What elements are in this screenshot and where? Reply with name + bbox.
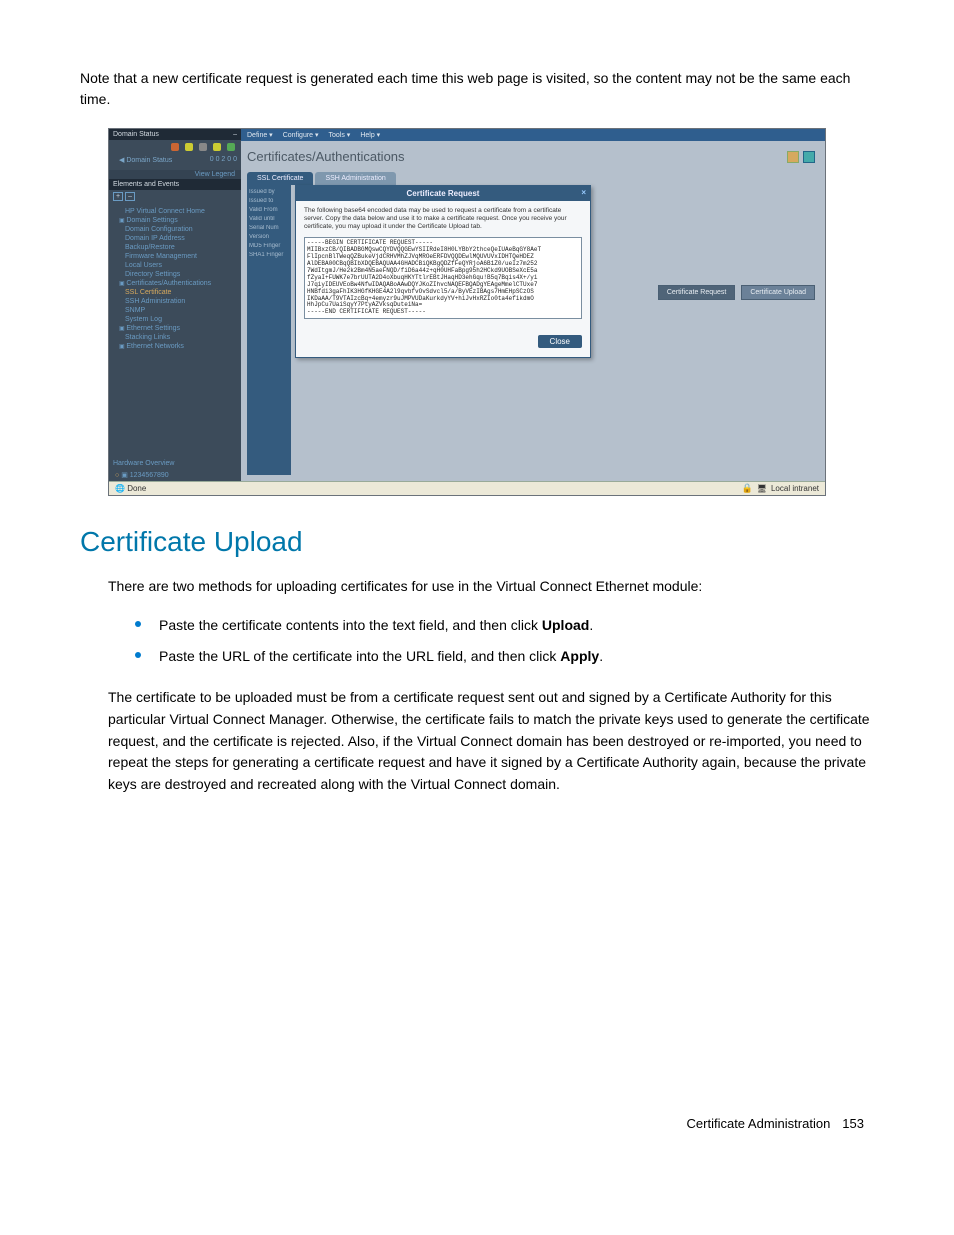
tab-row: SSL CertificateSSH Administration (241, 172, 825, 185)
main-area: Define ▾ Configure ▾ Tools ▾ Help ▾ Certifi… (241, 129, 825, 481)
nav-item[interactable]: Local Users (115, 261, 241, 270)
menubar[interactable]: Define ▾ Configure ▾ Tools ▾ Help ▾ (241, 129, 825, 141)
info-label: Version (249, 234, 289, 240)
page-footer: Certificate Administration 153 (80, 1116, 874, 1131)
lock-icon: 🔒 (742, 483, 753, 494)
nav-item[interactable]: SSH Administration (115, 297, 241, 306)
certificate-request-button[interactable]: Certificate Request (658, 285, 736, 300)
info-label: Issued to (249, 198, 289, 204)
nav-item[interactable]: Domain Settings (115, 216, 241, 225)
nav-tree: HP Virtual Connect HomeDomain SettingsDo… (109, 203, 241, 355)
hardware-overview-link[interactable]: Hardware Overview (109, 458, 241, 469)
screenshot: Domain Status – ◀ Domain Status 0 0 2 0 … (108, 128, 826, 496)
nav-item[interactable]: System Log (115, 315, 241, 324)
sidebar: Domain Status – ◀ Domain Status 0 0 2 0 … (109, 129, 241, 481)
section-heading: Certificate Upload (80, 526, 874, 558)
info-label: Valid From (249, 207, 289, 213)
status-dots (109, 140, 241, 154)
nav-item[interactable]: Stacking Links (115, 333, 241, 342)
footer-section: Certificate Administration (687, 1116, 831, 1131)
nav-item[interactable]: Certificates/Authentications (115, 279, 241, 288)
tree-toggle-icons[interactable]: +– (109, 190, 241, 203)
nav-item[interactable]: Backup/Restore (115, 243, 241, 252)
menu-item[interactable]: Configure ▾ (283, 131, 319, 139)
browser-statusbar: 🌐 Done 🔒 🖥 Local intranet (109, 481, 825, 495)
menu-item[interactable]: Tools ▾ (329, 131, 351, 139)
bullet-list: Paste the certificate contents into the … (135, 614, 874, 670)
close-icon[interactable]: × (581, 188, 586, 197)
nav-item[interactable]: HP Virtual Connect Home (115, 207, 241, 216)
page-title: Certificates/Authentications (247, 149, 405, 164)
info-label: Serial Num (249, 225, 289, 231)
info-label: Valid until (249, 216, 289, 222)
minimize-icon[interactable]: – (233, 131, 237, 138)
menu-item[interactable]: Help ▾ (360, 131, 380, 139)
nav-item[interactable]: Firmware Management (115, 252, 241, 261)
nav-item[interactable]: SSL Certificate (115, 288, 241, 297)
elements-events-header: Elements and Events (109, 179, 241, 190)
info-label: SHA1 Finger (249, 252, 289, 258)
print-icon[interactable] (787, 151, 799, 163)
close-button[interactable]: Close (538, 335, 582, 348)
certificate-upload-button[interactable]: Certificate Upload (741, 285, 815, 300)
info-label: MD5 Finger (249, 243, 289, 249)
body-paragraph-2: The certificate to be uploaded must be f… (108, 687, 874, 795)
nav-item[interactable]: Directory Settings (115, 270, 241, 279)
csr-textarea[interactable] (304, 237, 582, 319)
footer-page-number: 153 (842, 1116, 864, 1131)
modal-description: The following base64 encoded data may be… (304, 207, 582, 231)
rack-item[interactable]: ▣ 1234567890 (109, 469, 241, 481)
intro-paragraph: Note that a new certificate request is g… (80, 68, 874, 110)
status-dot-critical[interactable] (171, 143, 179, 151)
statusbar-zone: Local intranet (771, 484, 819, 493)
nav-item[interactable]: Ethernet Networks (115, 342, 241, 351)
tab[interactable]: SSH Administration (315, 172, 395, 185)
menu-item[interactable]: Define ▾ (247, 131, 273, 139)
statusbar-left: Done (127, 484, 146, 493)
domain-status-title: Domain Status (113, 131, 159, 138)
sidebar-header: Domain Status – (109, 129, 241, 140)
status-dot-degraded[interactable] (213, 143, 221, 151)
nav-item[interactable]: SNMP (115, 306, 241, 315)
view-legend-link[interactable]: View Legend (109, 170, 241, 179)
status-dot-ok[interactable] (227, 143, 235, 151)
status-dot-unknown[interactable] (199, 143, 207, 151)
info-column: Issued by Issued to Valid From Valid until S… (247, 185, 291, 475)
status-dot-warning[interactable] (185, 143, 193, 151)
nav-item[interactable]: Domain Configuration (115, 225, 241, 234)
certificate-request-modal: Certificate Request × The following base… (295, 185, 591, 358)
nav-item[interactable]: Ethernet Settings (115, 324, 241, 333)
nav-item[interactable]: Domain IP Address (115, 234, 241, 243)
domain-status-row: ◀ Domain Status 0 0 2 0 0 (109, 154, 241, 170)
tab[interactable]: SSL Certificate (247, 172, 313, 185)
modal-title: Certificate Request (407, 189, 480, 198)
list-item: Paste the certificate contents into the … (135, 614, 874, 638)
info-label: Issued by (249, 189, 289, 195)
help-icon[interactable] (803, 151, 815, 163)
list-item: Paste the URL of the certificate into th… (135, 645, 874, 669)
body-paragraph-1: There are two methods for uploading cert… (108, 576, 874, 598)
